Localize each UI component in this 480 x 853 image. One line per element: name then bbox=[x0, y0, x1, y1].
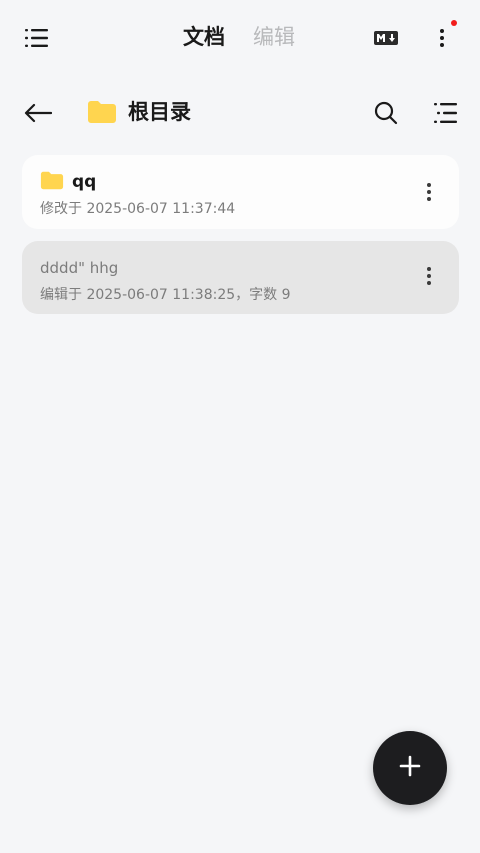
add-button[interactable] bbox=[373, 731, 447, 805]
back-arrow-icon[interactable] bbox=[18, 94, 58, 132]
item-more-icon[interactable] bbox=[417, 263, 441, 289]
folder-modified-time: 修改于 2025-06-07 11:37:44 bbox=[40, 201, 236, 217]
sort-list-icon[interactable] bbox=[426, 94, 466, 132]
search-icon[interactable] bbox=[366, 94, 406, 132]
list-menu-icon[interactable] bbox=[17, 20, 57, 56]
folder-icon bbox=[40, 171, 64, 194]
folder-name: qq bbox=[72, 172, 97, 192]
list-item-note[interactable]: dddd" hhg 编辑于 2025-06-07 11:38:25，字数 9 bbox=[22, 241, 459, 314]
note-title: dddd" hhg bbox=[40, 259, 119, 277]
app-screen: 文档 编辑 根目录 qq 修改于 2025-06-07 11:37:44 ddd… bbox=[0, 0, 480, 853]
note-edited-info: 编辑于 2025-06-07 11:38:25，字数 9 bbox=[40, 287, 291, 303]
tab-documents[interactable]: 文档 bbox=[183, 22, 225, 52]
item-more-icon[interactable] bbox=[417, 179, 441, 205]
current-path-title: 根目录 bbox=[128, 100, 191, 124]
tab-edit[interactable]: 编辑 bbox=[253, 22, 295, 52]
path-bar: 根目录 bbox=[0, 88, 480, 138]
list-item-folder[interactable]: qq 修改于 2025-06-07 11:37:44 bbox=[22, 155, 459, 229]
folder-icon bbox=[87, 100, 117, 128]
markdown-icon[interactable] bbox=[368, 22, 404, 54]
notification-dot bbox=[451, 20, 457, 26]
top-bar: 文档 编辑 bbox=[0, 0, 480, 76]
tab-bar: 文档 编辑 bbox=[183, 22, 295, 52]
plus-icon bbox=[399, 755, 421, 781]
